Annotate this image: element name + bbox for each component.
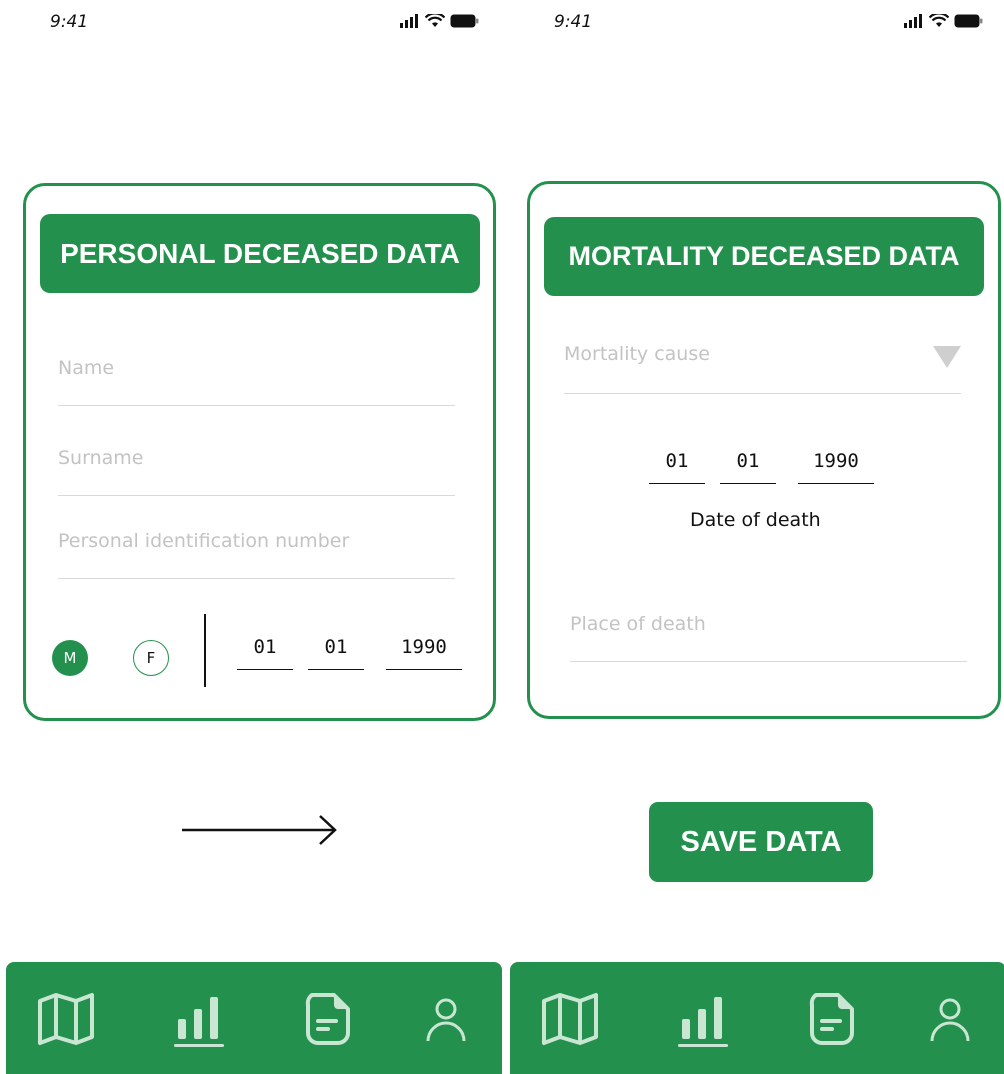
birth-month-input[interactable]: 01 bbox=[308, 636, 364, 670]
status-icons bbox=[904, 14, 984, 28]
wifi-icon bbox=[929, 14, 949, 27]
surname-placeholder: Surname bbox=[58, 447, 144, 469]
next-arrow-icon[interactable] bbox=[180, 812, 340, 848]
bottom-nav bbox=[6, 962, 502, 1074]
nav-profile-icon[interactable] bbox=[410, 986, 482, 1052]
status-icons bbox=[400, 14, 480, 28]
mortality-data-title: MORTALITY DECEASED DATA bbox=[544, 217, 984, 296]
date-of-death-label: Date of death bbox=[690, 509, 821, 531]
mortality-data-screen: 9:41 MORTALITY DECEASED DATA Mortality c… bbox=[506, 0, 1004, 1074]
place-of-death-input[interactable]: Place of death bbox=[570, 592, 967, 662]
death-month-input[interactable]: 01 bbox=[720, 450, 776, 484]
birth-day-input[interactable]: 01 bbox=[237, 636, 293, 670]
personal-data-card: PERSONAL DECEASED DATA Name Surname Pers… bbox=[23, 183, 496, 721]
death-year-input[interactable]: 1990 bbox=[798, 450, 874, 484]
nav-document-icon[interactable] bbox=[292, 986, 364, 1052]
personal-id-input[interactable]: Personal identification number bbox=[58, 509, 455, 579]
name-input[interactable]: Name bbox=[58, 336, 455, 406]
bottom-nav bbox=[510, 962, 1004, 1074]
mortality-cause-placeholder: Mortality cause bbox=[564, 343, 710, 365]
name-placeholder: Name bbox=[58, 357, 115, 379]
nav-map-icon[interactable] bbox=[534, 986, 606, 1052]
nav-statistics-icon[interactable] bbox=[668, 986, 740, 1052]
sex-male-button[interactable]: M bbox=[52, 640, 88, 676]
save-data-button[interactable]: SAVE DATA bbox=[649, 802, 873, 882]
signal-icon bbox=[904, 14, 922, 28]
signal-icon bbox=[400, 14, 418, 28]
status-time: 9:41 bbox=[554, 12, 593, 32]
nav-profile-icon[interactable] bbox=[914, 986, 986, 1052]
vertical-divider bbox=[204, 614, 206, 687]
status-time: 9:41 bbox=[50, 12, 89, 32]
mortality-data-card: MORTALITY DECEASED DATA Mortality cause … bbox=[527, 181, 1001, 719]
mortality-cause-select[interactable]: Mortality cause bbox=[564, 324, 961, 394]
nav-document-icon[interactable] bbox=[796, 986, 868, 1052]
dropdown-arrow-icon bbox=[933, 346, 961, 368]
battery-icon bbox=[450, 14, 479, 28]
birth-year-input[interactable]: 1990 bbox=[386, 636, 462, 670]
sex-female-button[interactable]: F bbox=[133, 640, 169, 676]
personal-data-title: PERSONAL DECEASED DATA bbox=[40, 214, 480, 293]
battery-icon bbox=[954, 14, 983, 28]
personal-id-placeholder: Personal identification number bbox=[58, 530, 350, 552]
wifi-icon bbox=[425, 14, 445, 27]
personal-data-screen: 9:41 PERSONAL DECEASED DATA Name Surname… bbox=[0, 0, 502, 1074]
death-day-input[interactable]: 01 bbox=[649, 450, 705, 484]
place-of-death-placeholder: Place of death bbox=[570, 613, 706, 635]
nav-statistics-icon[interactable] bbox=[164, 986, 236, 1052]
surname-input[interactable]: Surname bbox=[58, 426, 455, 496]
nav-map-icon[interactable] bbox=[30, 986, 102, 1052]
